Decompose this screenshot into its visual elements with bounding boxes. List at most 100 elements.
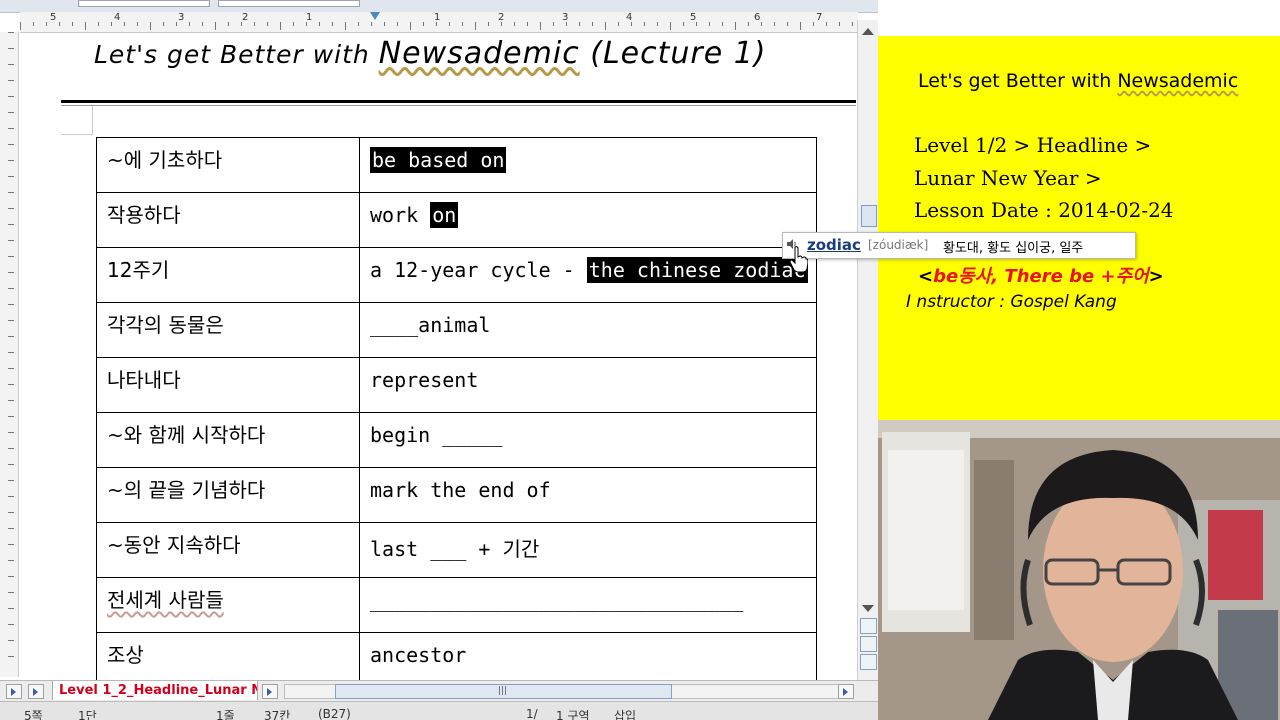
ruler-tick <box>384 22 385 26</box>
ruler-tick <box>228 22 229 26</box>
ruler-tick <box>527 22 528 26</box>
english-term-cell[interactable]: begin _____ <box>359 412 817 468</box>
ruler-tick <box>514 22 515 26</box>
english-term-cell[interactable]: last ___ + 기간 <box>359 522 817 578</box>
english-term-cell[interactable]: ____animal <box>359 302 817 358</box>
ruler-tick <box>826 22 827 26</box>
ruler-tick <box>72 22 73 26</box>
title-brand: Newsademic <box>378 36 580 71</box>
title-divider <box>61 100 856 103</box>
hscroll-left-icon[interactable] <box>262 684 278 699</box>
ruler-tick <box>592 22 593 26</box>
document-tab[interactable]: Level 1_2_Headline_Lunar N <box>52 681 258 700</box>
ruler-tick <box>8 64 14 65</box>
ruler-tick <box>449 22 450 26</box>
tab-nav-prev-icon[interactable] <box>6 684 22 699</box>
ruler-tick <box>813 22 814 26</box>
ruler-number: 3 <box>562 12 569 23</box>
korean-term-cell[interactable]: 각각의 동물은 <box>96 302 360 358</box>
ruler-tick <box>332 22 333 26</box>
status-section: 1단 <box>78 709 97 720</box>
english-term: a 12-year cycle - <box>370 258 587 282</box>
english-term-cell[interactable]: a 12-year cycle - the chinese zodiac <box>359 247 817 303</box>
tooltip-meaning: 황도대, 황도 십이궁, 일주 <box>943 241 1084 256</box>
ruler-tick <box>579 22 580 26</box>
tooltip-word[interactable]: zodiac <box>807 236 861 254</box>
horizontal-ruler[interactable]: 5 4 3 2 1 1 2 3 4 5 6 7 <box>20 12 858 33</box>
ruler-tick <box>254 22 255 26</box>
english-term-cell[interactable]: be based on <box>359 137 817 193</box>
title-lecture: (Lecture 1) <box>579 36 767 71</box>
korean-term-cell[interactable]: ~의 끝을 기념하다 <box>96 467 360 523</box>
english-term: ancestor <box>370 643 467 667</box>
ruler-tick <box>8 80 14 81</box>
selected-text: be based on <box>370 147 507 173</box>
korean-term-cell[interactable]: 작용하다 <box>96 192 360 248</box>
korean-term-cell[interactable]: ~에 기초하다 <box>96 137 360 193</box>
selected-text: the chinese zodiac <box>586 257 808 283</box>
ruler-number: 7 <box>816 12 823 23</box>
scroll-thumb[interactable] <box>861 205 877 227</box>
ruler-tick <box>345 22 346 30</box>
indent-marker[interactable] <box>370 12 380 20</box>
ruler-number: 4 <box>626 12 633 23</box>
english-term-cell[interactable]: _______________________________ <box>359 577 817 633</box>
ruler-tick <box>644 22 645 26</box>
prev-page-button[interactable] <box>860 618 877 634</box>
ruler-number: 1 <box>434 12 441 23</box>
ruler-tick <box>475 22 476 30</box>
panel-title-text: Let's get Better with <box>918 70 1118 92</box>
document-title: Let's get Better with Newsademic (Lectur… <box>94 36 814 80</box>
page-view-button[interactable] <box>860 636 877 652</box>
ruler-number: 5 <box>690 12 697 23</box>
korean-term: ~와 함께 시작하다 <box>107 423 266 447</box>
english-term: ____animal <box>370 313 491 337</box>
next-page-button[interactable] <box>860 654 877 670</box>
toolbar-field[interactable] <box>78 0 210 7</box>
korean-term-cell[interactable]: ~와 함께 시작하다 <box>96 412 360 468</box>
vertical-scrollbar[interactable] <box>857 20 878 680</box>
tooltip-pronunciation: [zóudiæk] <box>868 238 929 252</box>
korean-term: 전세계 사람들 <box>107 588 224 612</box>
scroll-down-arrow-icon[interactable] <box>862 605 874 612</box>
ruler-tick <box>8 592 14 593</box>
ruler-tick <box>657 22 658 26</box>
ruler-tick <box>8 192 14 193</box>
ruler-tick <box>176 22 177 26</box>
toolbar-field[interactable] <box>218 0 360 7</box>
english-term: begin _____ <box>370 423 503 447</box>
ruler-tick <box>8 240 14 241</box>
title-divider-thin <box>61 105 856 106</box>
ruler-tick <box>111 22 112 26</box>
korean-term-cell[interactable]: 12주기 <box>96 247 360 303</box>
english-term-cell[interactable]: mark the end of <box>359 467 817 523</box>
panel-title-brand: Newsademic <box>1117 70 1239 92</box>
ruler-tick <box>319 22 320 26</box>
status-insert-mode[interactable]: 삽입 <box>614 707 636 720</box>
korean-term-cell[interactable]: 나타내다 <box>96 357 360 413</box>
ruler-tick <box>397 22 398 26</box>
korean-term: ~동안 지속하다 <box>107 533 241 557</box>
sheet-tab-bar: Level 1_2_Headline_Lunar N ||| <box>0 680 878 701</box>
ruler-tick <box>787 22 788 26</box>
english-term-cell[interactable]: represent <box>359 357 817 413</box>
panel-date: Lesson Date : 2014-02-24 <box>914 198 1174 222</box>
ruler-tick <box>553 22 554 26</box>
hscroll-right-icon[interactable] <box>838 684 854 699</box>
ruler-tick <box>670 22 671 30</box>
scroll-up-arrow-icon[interactable] <box>862 28 874 35</box>
ruler-tick <box>761 22 762 26</box>
ruler-number: 4 <box>114 12 121 23</box>
ruler-tick <box>8 544 14 545</box>
ruler-tick <box>371 22 372 26</box>
korean-term-cell[interactable]: 전세계 사람들 <box>96 577 360 633</box>
ruler-tick <box>462 22 463 26</box>
ruler-tick <box>852 22 853 26</box>
ruler-tick <box>8 368 14 369</box>
grammar-open: < <box>918 266 934 287</box>
ruler-tick <box>8 384 14 385</box>
korean-term-cell[interactable]: ~동안 지속하다 <box>96 522 360 578</box>
document-editor[interactable]: 5 4 3 2 1 1 2 3 4 5 6 7 Let's get Better with Newsa… <box>0 0 878 720</box>
tab-nav-next-icon[interactable] <box>28 684 44 699</box>
english-term-cell[interactable]: work on <box>359 192 817 248</box>
